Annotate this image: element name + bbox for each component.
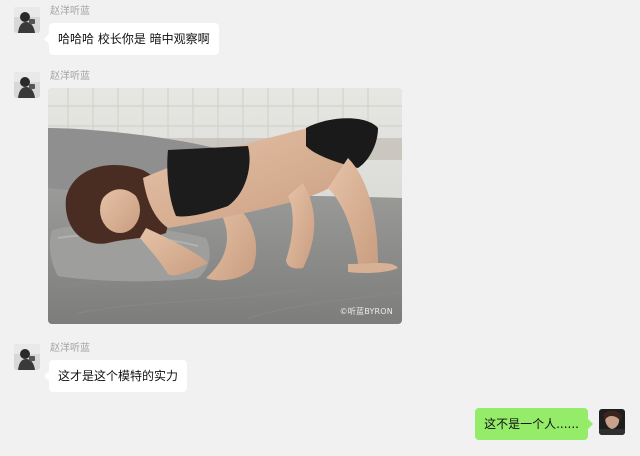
message-text: 这才是这个模特的实力 — [58, 369, 179, 383]
avatar-photo-icon — [599, 409, 625, 435]
my-avatar[interactable] — [599, 409, 625, 435]
avatar-photo-icon — [14, 7, 40, 33]
sender-name: 赵洋听蓝 — [50, 6, 90, 17]
sender-avatar[interactable] — [14, 72, 40, 98]
message-text: 这不是一个人...... — [484, 417, 579, 431]
message-bubble[interactable]: 这才是这个模特的实力 — [43, 360, 188, 392]
sender-name: 赵洋听蓝 — [50, 71, 90, 82]
sender-avatar[interactable] — [14, 344, 40, 370]
image-message[interactable]: ©听蓝BYRON — [48, 88, 402, 324]
sender-name: 赵洋听蓝 — [50, 343, 90, 354]
sender-avatar[interactable] — [14, 7, 40, 33]
message-bubble-outgoing[interactable]: 这不是一个人...... — [475, 408, 593, 440]
message-bubble[interactable]: 哈哈哈 校长你是 暗中观察啊 — [44, 23, 219, 55]
avatar-photo-icon — [14, 344, 40, 370]
photo-image — [48, 88, 402, 324]
avatar-photo-icon — [14, 72, 40, 98]
photo-watermark: ©听蓝BYRON — [339, 307, 393, 316]
message-text: 哈哈哈 校长你是 暗中观察啊 — [58, 32, 210, 46]
